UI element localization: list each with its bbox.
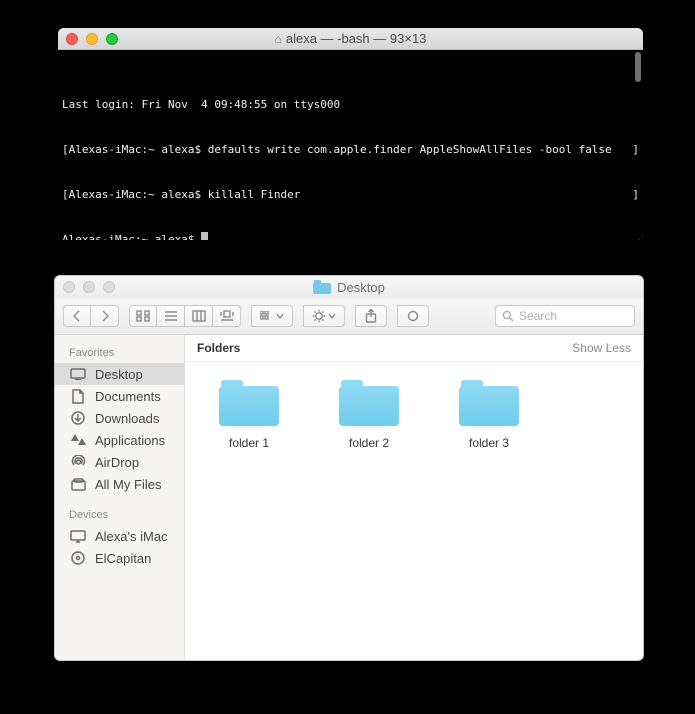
share-button[interactable] xyxy=(355,305,387,327)
view-coverflow-button[interactable] xyxy=(213,305,241,327)
sidebar-item-label: AirDrop xyxy=(95,455,139,470)
terminal-line-end: ] xyxy=(632,142,639,157)
sidebar-item-label: Documents xyxy=(95,389,161,404)
home-icon: ⌂ xyxy=(275,32,282,46)
folder-icon xyxy=(459,380,519,426)
nav-seg xyxy=(63,305,119,327)
search-field[interactable]: Search xyxy=(495,305,635,327)
back-button[interactable] xyxy=(63,305,91,327)
folder-item[interactable]: folder 3 xyxy=(453,380,525,450)
imac-icon xyxy=(69,528,87,544)
folder-icon xyxy=(339,380,399,426)
sidebar-item-label: All My Files xyxy=(95,477,161,492)
arrange-button[interactable] xyxy=(251,305,293,327)
sidebar-item-documents[interactable]: Documents xyxy=(55,385,184,407)
desktop-icon xyxy=(69,366,87,382)
folder-name: folder 3 xyxy=(469,436,509,450)
sidebar-item-label: ElCapitan xyxy=(95,551,151,566)
folder-name: folder 1 xyxy=(229,436,269,450)
sidebar-item-label: Downloads xyxy=(95,411,159,426)
terminal-line: [Alexas-iMac:~ alexa$ killall Finder xyxy=(62,187,300,202)
terminal-line-end: ] xyxy=(632,187,639,202)
show-less-button[interactable]: Show Less xyxy=(572,341,631,355)
view-columns-button[interactable] xyxy=(185,305,213,327)
scrollbar-thumb[interactable] xyxy=(635,52,641,82)
sidebar-item-label: Alexa's iMac xyxy=(95,529,168,544)
search-placeholder: Search xyxy=(519,309,557,323)
disk-icon xyxy=(69,550,87,566)
sidebar-item-airdrop[interactable]: AirDrop xyxy=(55,451,184,473)
finder-window: Desktop xyxy=(54,275,644,661)
finder-content: Folders Show Less folder 1 folder 2 fold… xyxy=(185,335,643,660)
search-icon xyxy=(502,310,514,322)
applications-icon xyxy=(69,432,87,448)
document-icon xyxy=(69,388,87,404)
finder-title: Desktop xyxy=(55,280,643,295)
terminal-window: ⌂ alexa — -bash — 93×13 Last login: Fri … xyxy=(58,28,643,240)
finder-sidebar: Favorites Desktop Documents Downloads Ap… xyxy=(55,335,185,660)
folder-item[interactable]: folder 1 xyxy=(213,380,285,450)
folder-item[interactable]: folder 2 xyxy=(333,380,405,450)
downloads-icon xyxy=(69,410,87,426)
sidebar-item-label: Applications xyxy=(95,433,165,448)
finder-titlebar[interactable]: Desktop xyxy=(55,276,643,298)
group-header: Folders Show Less xyxy=(185,335,643,362)
view-seg xyxy=(129,305,241,327)
cursor xyxy=(201,232,208,240)
folder-icon xyxy=(219,380,279,426)
terminal-title-text: alexa — -bash — 93×13 xyxy=(286,31,427,46)
terminal-line: [Alexas-iMac:~ alexa$ defaults write com… xyxy=(62,142,612,157)
terminal-line: Last login: Fri Nov 4 09:48:55 on ttys00… xyxy=(62,97,340,112)
folder-name: folder 2 xyxy=(349,436,389,450)
sidebar-item-downloads[interactable]: Downloads xyxy=(55,407,184,429)
sidebar-item-imac[interactable]: Alexa's iMac xyxy=(55,525,184,547)
airdrop-icon xyxy=(69,454,87,470)
group-name: Folders xyxy=(197,341,240,355)
share-seg xyxy=(355,305,387,327)
terminal-title: ⌂ alexa — -bash — 93×13 xyxy=(58,31,643,46)
forward-button[interactable] xyxy=(91,305,119,327)
arrange-seg xyxy=(251,305,293,327)
edit-tags-button[interactable] xyxy=(397,305,429,327)
sidebar-item-disk[interactable]: ElCapitan xyxy=(55,547,184,569)
sidebar-item-applications[interactable]: Applications xyxy=(55,429,184,451)
action-button[interactable] xyxy=(303,305,345,327)
sidebar-item-label: Desktop xyxy=(95,367,143,382)
folder-icon xyxy=(313,280,331,294)
view-icons-button[interactable] xyxy=(129,305,157,327)
view-list-button[interactable] xyxy=(157,305,185,327)
finder-title-text: Desktop xyxy=(337,280,385,295)
action-seg xyxy=(303,305,345,327)
terminal-prompt: Alexas-iMac:~ alexa$ xyxy=(62,232,201,240)
sidebar-item-desktop[interactable]: Desktop xyxy=(55,363,184,385)
tags-seg xyxy=(397,305,429,327)
terminal-titlebar[interactable]: ⌂ alexa — -bash — 93×13 xyxy=(58,28,643,50)
icon-grid[interactable]: folder 1 folder 2 folder 3 xyxy=(185,362,643,660)
sidebar-heading-favorites: Favorites xyxy=(55,343,184,363)
terminal-body[interactable]: Last login: Fri Nov 4 09:48:55 on ttys00… xyxy=(58,50,643,240)
all-files-icon xyxy=(69,476,87,492)
sidebar-item-all-my-files[interactable]: All My Files xyxy=(55,473,184,495)
sidebar-heading-devices: Devices xyxy=(55,505,184,525)
finder-toolbar: Search xyxy=(55,298,643,335)
